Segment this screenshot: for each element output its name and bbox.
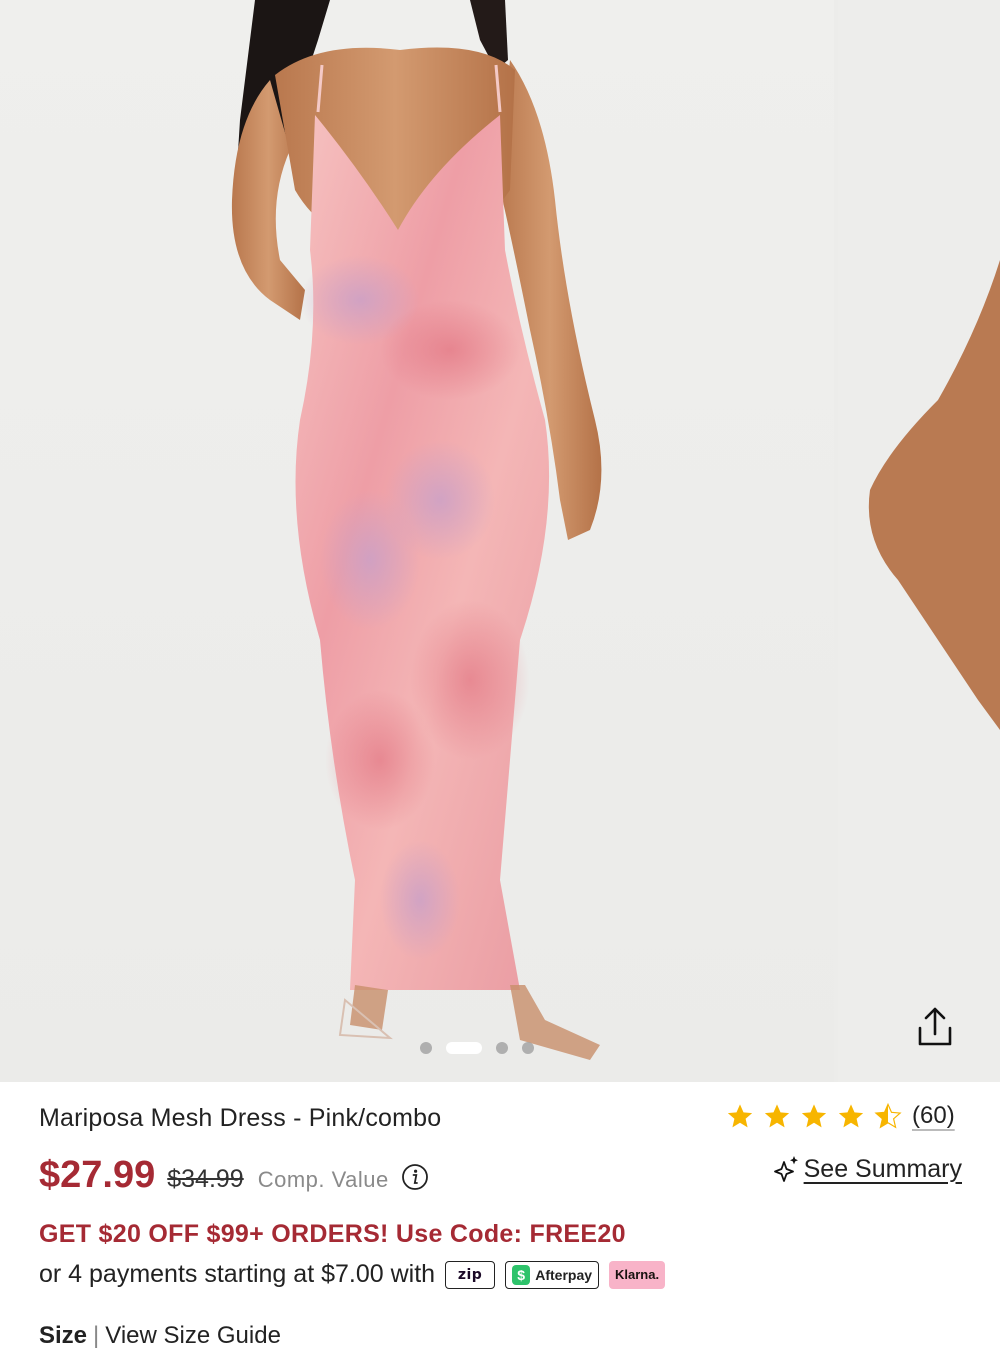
product-photo-next[interactable] [838,0,1000,1082]
gallery-dot[interactable] [420,1042,432,1054]
share-icon [918,1007,952,1046]
gallery-dot[interactable] [496,1042,508,1054]
afterpay-badge[interactable]: $ Afterpay [505,1260,600,1289]
info-icon[interactable] [401,1163,429,1196]
model-photo-next-illustration [868,260,1000,730]
gallery-dot[interactable] [522,1042,534,1054]
zip-label: zip [457,1266,483,1283]
size-label: Size [39,1322,88,1349]
star-icon [764,1104,790,1128]
product-photo-main[interactable] [0,0,834,1082]
share-button[interactable] [905,997,965,1057]
see-summary-link[interactable]: See Summary [772,1154,962,1184]
gallery-dot-active[interactable] [446,1042,482,1054]
size-divider: | [93,1322,100,1349]
price-row: $27.99 $34.99 Comp. Value [39,1154,429,1197]
sale-price: $27.99 [39,1154,156,1196]
klarna-badge[interactable]: Klarna. [609,1260,666,1289]
zip-badge[interactable]: zip [445,1260,496,1289]
product-rating[interactable]: (60) [726,1102,955,1130]
product-title: Mariposa Mesh Dress - Pink/combo [39,1104,442,1132]
product-image-gallery[interactable] [0,0,1000,1082]
installments-text: or 4 payments starting at $7.00 with [39,1260,436,1288]
installments-row: or 4 payments starting at $7.00 with zip… [39,1260,666,1289]
original-price: $34.99 [167,1165,244,1193]
gallery-pagination [420,1040,534,1056]
star-icon [727,1104,753,1128]
comp-value-label: Comp. Value [257,1167,389,1192]
sparkle-icon [773,1156,798,1182]
see-summary-label: See Summary [803,1154,962,1183]
rating-stars [726,1102,902,1130]
star-half-icon [874,1102,902,1129]
model-photo-illustration [231,0,602,1060]
size-guide-link[interactable]: View Size Guide [105,1322,281,1349]
promo-banner: GET $20 OFF $99+ ORDERS! Use Code: FREE2… [39,1220,626,1248]
afterpay-label: Afterpay [535,1266,593,1283]
klarna-label: Klarna. [615,1267,660,1282]
star-icon [838,1104,864,1128]
product-info: Mariposa Mesh Dress - Pink/combo (60) $2… [0,1082,1000,1349]
afterpay-logo-icon: $ [512,1264,531,1285]
star-icon [801,1104,827,1128]
size-row: Size | View Size Guide [39,1322,281,1350]
rating-count-link[interactable]: (60) [912,1102,955,1130]
